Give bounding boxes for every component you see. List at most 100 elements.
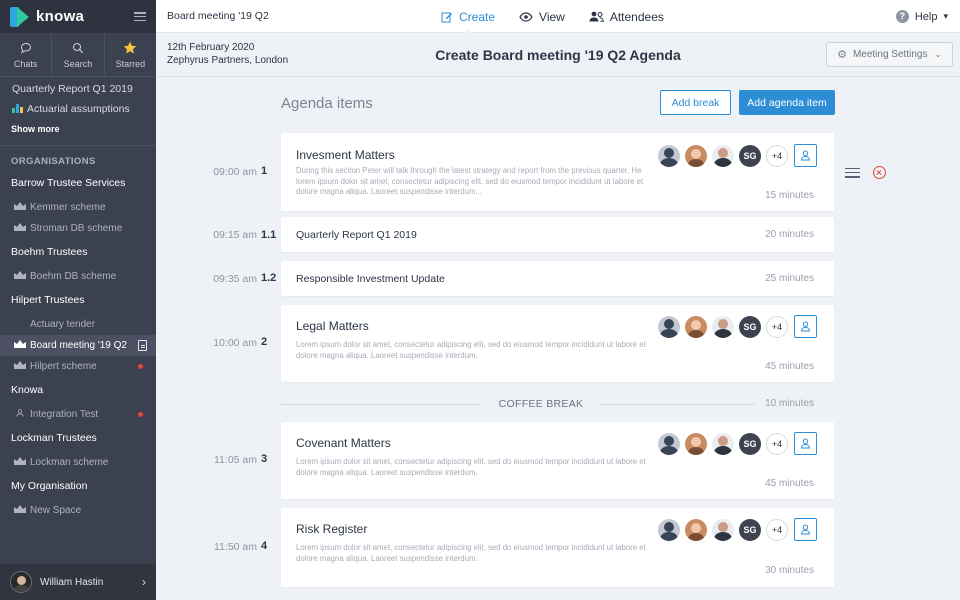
agenda-subitem-card[interactable]: Quarterly Report Q1 2019 20 minutes [281, 217, 834, 252]
user-profile-button[interactable]: William Hastin › [0, 564, 156, 600]
agenda-subitem-card[interactable]: Responsible Investment Update 25 minutes [281, 261, 834, 296]
chats-button[interactable]: Chats [0, 33, 53, 76]
tab-create-label: Create [459, 9, 496, 24]
assign-presenter-button[interactable] [794, 144, 817, 167]
user-icon [16, 409, 24, 417]
tab-attendees[interactable]: Attendees [589, 0, 664, 33]
attendee-avatars: SG +4 [658, 315, 817, 338]
notification-dot-icon [138, 364, 143, 369]
sidebar: knowa Chats Search Starred Quarterly Rep… [0, 0, 156, 600]
assign-presenter-button[interactable] [794, 315, 817, 338]
chevron-right-icon: › [142, 575, 146, 589]
avatar [712, 315, 734, 338]
org-barrow-trustee-services[interactable]: Barrow Trustee Services [0, 170, 156, 197]
agenda-item-card[interactable]: Risk Register Lorem ipsum dolor sit amet… [281, 508, 834, 587]
avatar [712, 432, 734, 455]
chevron-down-icon: ⌄ [934, 49, 942, 59]
starred-label: Starred [115, 58, 146, 69]
org-lockman-trustees[interactable]: Lockman Trustees [0, 425, 156, 452]
meeting-settings-button[interactable]: ⚙ Meeting Settings ⌄ [826, 42, 953, 67]
item-description: Lorem ipsum dolor sit amet, consectetur … [296, 543, 646, 563]
crown-icon [14, 457, 26, 465]
avatar-initials: SG [739, 518, 761, 541]
eye-icon [519, 11, 533, 22]
space-item-label: Boehm DB scheme [30, 271, 117, 282]
space-item-active[interactable]: Board meeting '19 Q2 [0, 335, 156, 356]
more-attendees-badge[interactable]: +4 [766, 432, 788, 455]
agenda-editor: Agenda items Add break Add agenda item 0… [156, 78, 960, 600]
coffee-break-row[interactable]: COFFEE BREAK 10 minutes [281, 396, 834, 412]
avatar [685, 144, 707, 167]
more-attendees-badge[interactable]: +4 [766, 315, 788, 338]
space-item[interactable]: Stroman DB scheme [0, 218, 156, 239]
item-title: Quarterly Report Q1 2019 [296, 229, 417, 241]
user-icon [800, 321, 811, 332]
agenda-item-card[interactable]: Legal Matters Lorem ipsum dolor sit amet… [281, 305, 834, 382]
knowa-logo-icon [10, 6, 30, 27]
meeting-location: Zephyrus Partners, London [167, 54, 289, 66]
more-attendees-badge[interactable]: +4 [766, 518, 788, 541]
add-agenda-item-button[interactable]: Add agenda item [739, 90, 835, 115]
item-time: 09:00 am [213, 166, 257, 178]
break-divider [599, 404, 755, 405]
tab-view[interactable]: View [519, 0, 565, 33]
space-item[interactable]: Hilpert scheme [0, 356, 156, 377]
drag-handle-icon[interactable] [845, 167, 860, 178]
recent-item[interactable]: Quarterly Report Q1 2019 [12, 79, 144, 99]
agenda-item-card[interactable]: Invesment Matters During this seciton Pe… [281, 133, 834, 211]
space-item[interactable]: Boehm DB scheme [0, 266, 156, 287]
org-my-organisation[interactable]: My Organisation [0, 473, 156, 500]
space-item[interactable]: Kemmer scheme [0, 197, 156, 218]
item-title: Legal Matters [296, 319, 369, 333]
crown-icon [14, 505, 26, 513]
space-item-label: New Space [30, 505, 82, 516]
remove-item-icon[interactable] [873, 166, 886, 179]
space-item-label: Board meeting '19 Q2 [30, 340, 127, 351]
avatar [658, 144, 680, 167]
item-time: 11:50 am [214, 541, 257, 553]
space-item[interactable]: Lockman scheme [0, 452, 156, 473]
chart-icon [12, 104, 23, 113]
avatar [658, 432, 680, 455]
more-attendees-badge[interactable]: +4 [766, 144, 788, 167]
space-item[interactable]: Actuary tender [0, 314, 156, 335]
org-boehm-trustees[interactable]: Boehm Trustees [0, 239, 156, 266]
agenda-heading: Agenda items [281, 95, 373, 112]
assign-presenter-button[interactable] [794, 432, 817, 455]
search-button[interactable]: Search [52, 33, 105, 76]
gear-icon: ⚙ [837, 49, 847, 61]
meeting-header: 12th February 2020 Zephyrus Partners, Lo… [156, 33, 960, 77]
sidebar-tools: Chats Search Starred [0, 33, 156, 77]
item-title: Responsible Investment Update [296, 273, 445, 285]
help-menu[interactable]: ? Help ▾ [895, 0, 948, 33]
space-item-label: Actuary tender [30, 319, 96, 330]
tab-create[interactable]: Create [441, 0, 496, 34]
recent-item-label: Actuarial assumptions [27, 103, 130, 115]
avatar [10, 571, 32, 593]
menu-toggle-icon[interactable] [134, 12, 146, 21]
item-title: Risk Register [296, 522, 368, 536]
item-duration: 30 minutes [765, 565, 814, 576]
avatar [658, 518, 680, 541]
space-item[interactable]: Integration Test [0, 404, 156, 425]
recent-item[interactable]: Actuarial assumptions [12, 99, 144, 119]
space-item[interactable]: New Space [0, 500, 156, 521]
space-item-label: Lockman scheme [30, 457, 109, 468]
mode-tabs: Create View Attendees [441, 0, 688, 34]
org-hilpert-trustees[interactable]: Hilpert Trustees [0, 287, 156, 314]
search-icon [71, 41, 85, 55]
chats-label: Chats [13, 58, 38, 69]
show-more-link[interactable]: Show more [0, 119, 156, 139]
item-number: 3 [261, 453, 268, 465]
document-title: Board meeting '19 Q2 [167, 10, 269, 22]
agenda-item-card[interactable]: Covenant Matters Lorem ipsum dolor sit a… [281, 422, 834, 499]
crown-icon [14, 340, 26, 348]
organisations-heading: ORGANISATIONS [11, 156, 96, 167]
item-duration: 25 minutes [765, 273, 814, 284]
assign-presenter-button[interactable] [794, 518, 817, 541]
org-knowa[interactable]: Knowa [0, 377, 156, 404]
item-number: 1.1 [261, 229, 277, 241]
chevron-down-icon: ▾ [943, 11, 948, 21]
starred-button[interactable]: Starred [105, 33, 156, 76]
add-break-button[interactable]: Add break [660, 90, 731, 115]
